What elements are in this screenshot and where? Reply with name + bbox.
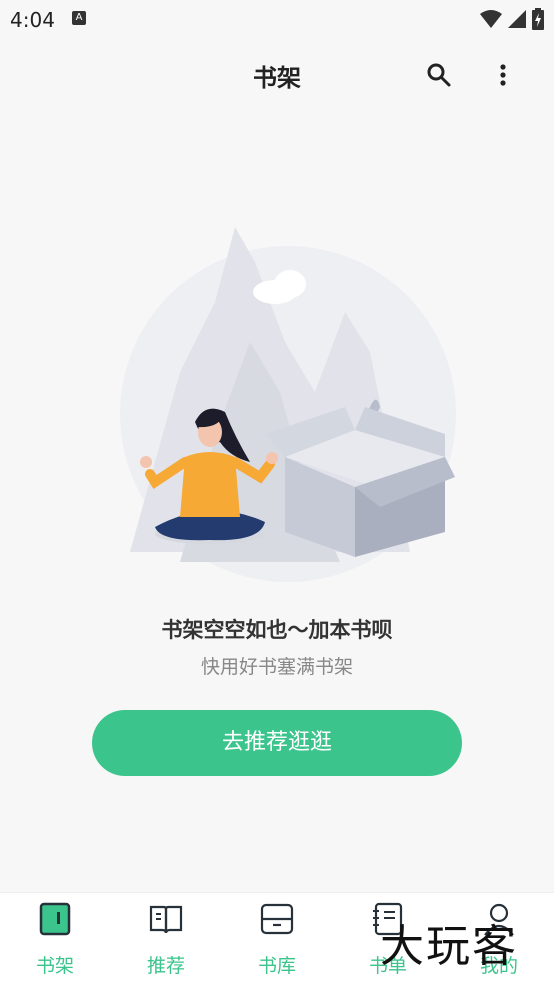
signal-icon: [508, 10, 526, 28]
empty-state-subtitle: 快用好书塞满书架: [200, 656, 353, 678]
app-header: 书架: [0, 44, 554, 104]
status-icons: [480, 8, 544, 30]
empty-bookshelf-illustration: [120, 227, 456, 582]
more-vert-icon[interactable]: [492, 62, 514, 88]
bookshelf-icon: [39, 902, 71, 936]
battery-icon: [532, 8, 544, 30]
nav-item-recommend[interactable]: 推荐: [111, 893, 221, 984]
empty-state-title: 书架空空如也～加本书呗: [161, 618, 393, 642]
bookshelf-screen: 4:04 A 书架 书架空空如也～加本书呗 快用好书塞满书架 去推荐逛逛 书架 …: [0, 0, 554, 984]
status-bar: 4:04 A: [0, 0, 554, 40]
nav-label: 书架: [35, 955, 74, 977]
nav-item-library[interactable]: 书库: [222, 893, 332, 984]
wifi-icon: [480, 10, 502, 28]
notification-icon: A: [72, 11, 86, 25]
status-time: 4:04: [10, 8, 55, 32]
nav-item-bookshelf[interactable]: 书架: [0, 893, 110, 984]
nav-label: 推荐: [146, 955, 185, 977]
watermark-text: 大玩客: [380, 921, 518, 972]
search-icon[interactable]: [426, 62, 452, 88]
recommend-book-icon: [149, 905, 183, 934]
go-recommend-button[interactable]: 去推荐逛逛: [92, 710, 462, 776]
library-icon: [260, 903, 294, 935]
nav-label: 书库: [257, 955, 296, 977]
page-title: 书架: [253, 64, 301, 92]
